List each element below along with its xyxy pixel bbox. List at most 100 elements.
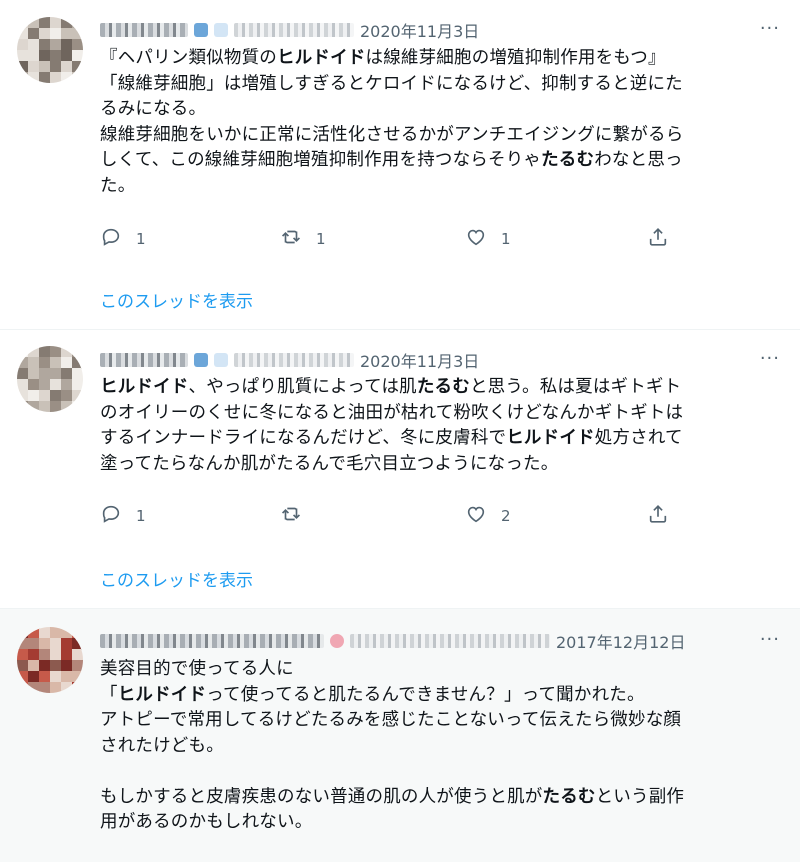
share-icon xyxy=(647,226,669,252)
tweet-text: ヒルドイド、やっぱり肌質によっては肌たるむと思う。私は夏はギトギト のオイリーのく… xyxy=(100,375,772,477)
text-segment: るみになる。 xyxy=(100,99,207,119)
tweet-text-line: もしかすると皮膚疾患のない普通の肌の人が使うと肌がたるむという副作 xyxy=(100,785,772,811)
tweet-text-line: ヒルドイド、やっぱり肌質によっては肌たるむと思う。私は夏はギトギト xyxy=(100,375,772,401)
tweet-text-line: 線維芽細胞をいかに正常に活性化させるかがアンチエイジングに繋がるら xyxy=(100,123,772,149)
text-segment: た。 xyxy=(100,175,136,196)
avatar[interactable] xyxy=(17,627,83,693)
highlight-term: ヒルドイド xyxy=(117,684,207,705)
text-segment: 『ヘパリン類似物質の xyxy=(100,48,277,68)
retweet-button[interactable]: 1 xyxy=(280,226,326,252)
share-icon xyxy=(647,503,669,529)
share-button[interactable] xyxy=(647,226,669,252)
tweet[interactable]: 2020年11月3日 ··· ヒルドイド、やっぱり肌質によっては肌たるむと思う。… xyxy=(0,330,800,608)
author-handle[interactable] xyxy=(234,23,354,37)
retweet-button[interactable] xyxy=(280,503,316,529)
author-handle[interactable] xyxy=(350,634,550,648)
like-count: 1 xyxy=(501,230,511,248)
text-segment: って使ってると肌たるんできません？」って聞かれた。 xyxy=(206,684,645,705)
tweet-text-line: しくて、この線維芽細胞増殖抑制作用を持つならそりゃたるむわなと思っ xyxy=(100,148,772,174)
text-segment: という副作 xyxy=(595,786,685,807)
tweet-date[interactable]: 2017年12月12日 xyxy=(556,629,685,653)
tweet-text: 『ヘパリン類似物質のヒルドイドは線維芽細胞の増殖抑制作用をもつ』 「線維芽細胞」は… xyxy=(100,46,772,199)
tweet-text-line: 用があるのかもしれない。 xyxy=(100,810,772,836)
tweet-text-line: 美容目的で使ってる人に xyxy=(100,657,772,683)
tweet-text-line: 『ヘパリン類似物質のヒルドイドは線維芽細胞の増殖抑制作用をもつ』 xyxy=(100,46,772,72)
text-segment: 用があるのかもしれない。 xyxy=(100,812,313,832)
highlight-term: たるむ xyxy=(541,150,595,170)
tweet-text-line: するインナードライになるんだけど、冬に皮膚科でヒルドイド処方されて xyxy=(100,426,772,452)
reply-count: 1 xyxy=(136,507,146,525)
tweet-text-line: 「ヒルドイドって使ってると肌たるんできません？」って聞かれた。 xyxy=(100,683,772,709)
text-segment: されたけども。 xyxy=(100,735,224,756)
emoji-icon xyxy=(194,23,208,37)
share-button[interactable] xyxy=(647,503,669,529)
reply-icon xyxy=(100,226,122,252)
retweet-count: 1 xyxy=(316,230,326,248)
reply-button[interactable]: 1 xyxy=(100,226,146,252)
tweet-text-line: されたけども。 xyxy=(100,734,772,760)
highlight-term: たるむ xyxy=(542,786,596,807)
tweet[interactable]: 2020年11月3日 ··· 『ヘパリン類似物質のヒルドイドは線維芽細胞の増殖抑… xyxy=(0,0,800,330)
author-name[interactable] xyxy=(100,634,324,648)
tweet-actions: 1 2 xyxy=(100,503,700,527)
reply-count: 1 xyxy=(136,230,146,248)
text-segment: しくて、この線維芽細胞増殖抑制作用を持つならそりゃ xyxy=(100,150,542,170)
text-segment: 、やっぱり肌質によっては肌 xyxy=(188,377,417,397)
tweet-date[interactable]: 2020年11月3日 xyxy=(360,18,479,42)
heart-icon xyxy=(465,503,487,529)
tweet-text-line: るみになる。 xyxy=(100,97,772,123)
more-options-icon[interactable]: ··· xyxy=(760,348,780,369)
more-options-icon[interactable]: ··· xyxy=(760,18,780,39)
text-segment: わなと思っ xyxy=(594,150,683,170)
highlight-term: たるむ xyxy=(416,377,470,397)
avatar[interactable] xyxy=(17,17,83,83)
tweet-text-line: のオイリーのくせに冬になると油田が枯れて粉吹くけどなんかギトギトは xyxy=(100,401,772,427)
like-count: 2 xyxy=(501,507,511,525)
show-thread-link[interactable]: このスレッドを表示 xyxy=(100,566,253,591)
more-options-icon[interactable]: ··· xyxy=(760,629,780,650)
tweet-actions: 1 1 1 xyxy=(100,226,700,250)
reply-icon xyxy=(100,503,122,529)
text-segment: するインナードライになるんだけど、冬に皮膚科で xyxy=(100,428,507,448)
emoji-icon xyxy=(194,353,208,367)
highlight-term: ヒルドイド xyxy=(277,48,366,68)
text-segment: 「線維芽細胞」は増殖しすぎるとケロイドになるけど、抑制すると逆にた xyxy=(100,73,683,94)
reply-button[interactable]: 1 xyxy=(100,503,146,529)
author-name[interactable] xyxy=(100,353,188,367)
text-segment: と思う。私は夏はギトギト xyxy=(469,377,682,397)
text-segment: 処方されて xyxy=(594,428,683,448)
tweet-text: 美容目的で使ってる人に 「ヒルドイドって使ってると肌たるんできません？」って聞かれ… xyxy=(100,657,772,836)
tweet-text-line: アトピーで常用してるけどたるみを感じたことないって伝えたら微妙な顔 xyxy=(100,708,772,734)
author-handle[interactable] xyxy=(234,353,354,367)
emoji-icon xyxy=(330,634,344,648)
text-segment: のオイリーのくせに冬になると油田が枯れて粉吹くけどなんかギトギトは xyxy=(100,402,684,423)
text-segment: 塗ってたらなんか肌がたるんで毛穴目立つようになった。 xyxy=(100,453,559,474)
text-segment: もしかすると皮膚疾患のない普通の肌の人が使うと肌が xyxy=(100,786,543,807)
author-name[interactable] xyxy=(100,23,188,37)
text-segment: は線維芽細胞の増殖抑制作用をもつ』 xyxy=(365,48,666,68)
tweet-date[interactable]: 2020年11月3日 xyxy=(360,348,479,372)
tweet-header: 2020年11月3日 xyxy=(100,348,740,372)
retweet-icon xyxy=(280,503,302,529)
emoji-icon xyxy=(214,353,228,367)
tweet-text-line: 塗ってたらなんか肌がたるんで毛穴目立つようになった。 xyxy=(100,452,772,478)
tweet[interactable]: 2017年12月12日 ··· 美容目的で使ってる人に 「ヒルドイドって使ってると… xyxy=(0,608,800,862)
tweet-text-line xyxy=(100,759,772,785)
tweet-text-line: た。 xyxy=(100,174,772,200)
highlight-term: ヒルドイド xyxy=(100,377,189,397)
emoji-icon xyxy=(214,23,228,37)
tweet-text-line: 「線維芽細胞」は増殖しすぎるとケロイドになるけど、抑制すると逆にた xyxy=(100,72,772,98)
like-button[interactable]: 1 xyxy=(465,226,511,252)
retweet-icon xyxy=(280,226,302,252)
avatar[interactable] xyxy=(17,346,83,412)
show-thread-link[interactable]: このスレッドを表示 xyxy=(100,287,253,312)
like-button[interactable]: 2 xyxy=(465,503,511,529)
highlight-term: ヒルドイド xyxy=(506,428,595,448)
tweet-header: 2020年11月3日 xyxy=(100,18,740,42)
text-segment: 線維芽細胞をいかに正常に活性化させるかがアンチエイジングに繋がるら xyxy=(100,124,684,145)
text-segment: 「 xyxy=(100,684,118,705)
text-segment: 美容目的で使ってる人に xyxy=(100,659,294,679)
tweet-header: 2017年12月12日 xyxy=(100,629,740,653)
heart-icon xyxy=(465,226,487,252)
text-segment: アトピーで常用してるけどたるみを感じたことないって伝えたら微妙な顔 xyxy=(100,710,682,730)
